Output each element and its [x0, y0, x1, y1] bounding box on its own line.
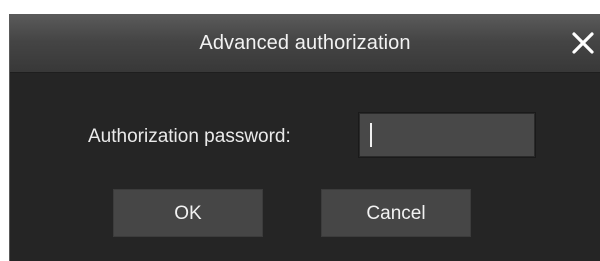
dialog-titlebar: Advanced authorization: [10, 15, 600, 73]
close-button[interactable]: [568, 28, 598, 58]
cancel-button[interactable]: Cancel: [321, 189, 471, 237]
authorization-dialog: Advanced authorization Authorization pas…: [9, 14, 600, 261]
password-row: Authorization password:: [10, 112, 600, 158]
ok-button[interactable]: OK: [113, 189, 263, 237]
password-label: Authorization password:: [88, 126, 291, 147]
text-cursor: [370, 123, 372, 147]
password-input[interactable]: [358, 112, 536, 158]
close-icon: [568, 28, 598, 58]
dialog-title: Advanced authorization: [199, 32, 411, 54]
